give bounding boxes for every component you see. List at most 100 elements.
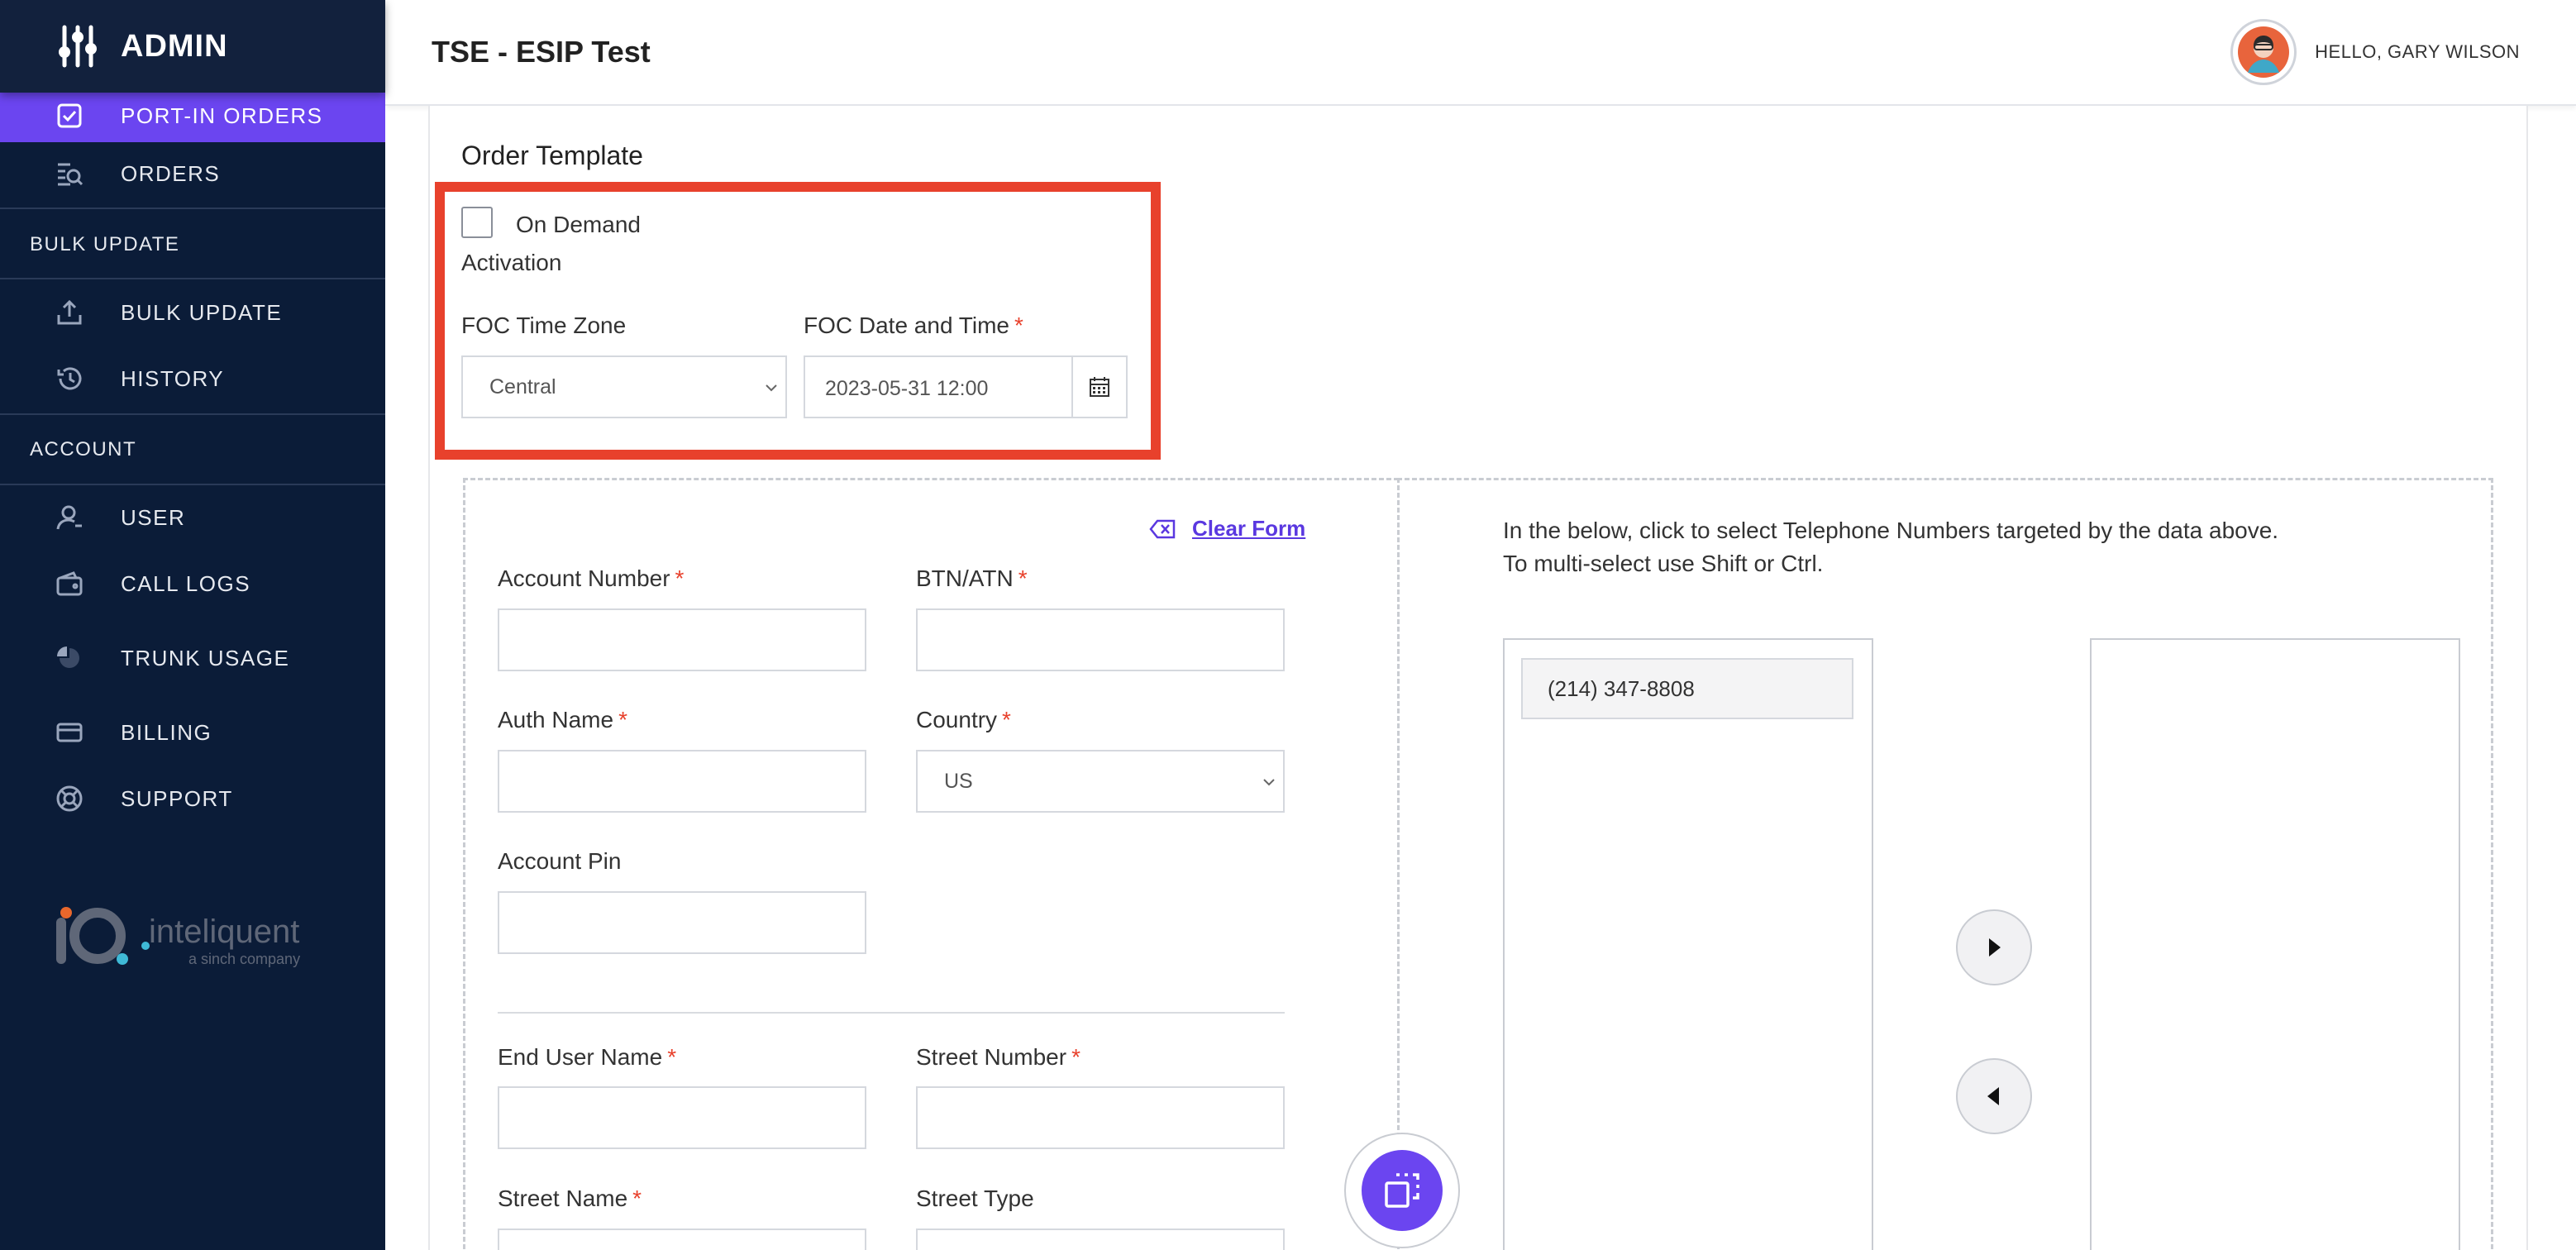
- country-select[interactable]: US: [916, 750, 1285, 813]
- page-title: TSE - ESIP Test: [432, 35, 651, 69]
- sidebar-item-label: USER: [121, 504, 186, 530]
- required-mark: *: [618, 707, 627, 732]
- street-name-input[interactable]: [498, 1229, 866, 1250]
- sliders-icon: [59, 25, 97, 68]
- user-menu[interactable]: HELLO, GARY WILSON: [2230, 19, 2520, 85]
- end-user-name-input[interactable]: [498, 1086, 866, 1149]
- street-number-label: Street Number *: [916, 1044, 1080, 1071]
- sidebar-item-label: BULK UPDATE: [121, 299, 283, 325]
- country-value: US: [944, 770, 973, 793]
- move-left-button[interactable]: [1956, 1058, 2032, 1134]
- sidebar-item-call-logs[interactable]: CALL LOGS: [0, 551, 385, 617]
- btn-atn-label: BTN/ATN *: [916, 565, 1028, 592]
- sidebar-item-label: TRUNK USAGE: [121, 645, 290, 670]
- tn-instructions-line2: To multi-select use Shift or Ctrl.: [1503, 551, 1824, 576]
- available-numbers-list[interactable]: (214) 347-8808: [1503, 638, 1873, 1250]
- sidebar-item-support[interactable]: SUPPORT: [0, 766, 385, 832]
- foc-time-zone-label: FOC Time Zone: [461, 312, 627, 338]
- on-demand-label-continued: Activation: [461, 250, 562, 275]
- sidebar-item-orders[interactable]: ORDERS: [0, 141, 385, 207]
- sidebar-item-label: ORDERS: [121, 160, 221, 186]
- list-item[interactable]: (214) 347-8808: [1521, 658, 1853, 719]
- copy-select-icon: [1385, 1173, 1419, 1208]
- sidebar-item-label: PORT-IN ORDERS: [121, 103, 323, 128]
- required-mark: *: [1014, 312, 1023, 338]
- section-label-bulk-update: BULK UPDATE: [30, 233, 180, 255]
- sidebar-item-label: SUPPORT: [121, 785, 233, 811]
- floating-action-button[interactable]: [1344, 1133, 1460, 1248]
- on-demand-label: On Demand: [516, 212, 641, 237]
- required-mark: *: [1071, 1044, 1080, 1070]
- caret-right-icon: [1989, 938, 2001, 957]
- auth-name-label-text: Auth Name: [498, 707, 614, 732]
- fab-inner[interactable]: [1362, 1150, 1443, 1231]
- btn-atn-label-text: BTN/ATN: [916, 565, 1014, 591]
- required-mark: *: [667, 1044, 677, 1070]
- end-user-name-label-text: End User Name: [498, 1044, 663, 1070]
- brand-header[interactable]: ADMIN: [0, 0, 385, 93]
- foc-date-time-field[interactable]: 2023-05-31 12:00: [804, 355, 1128, 418]
- chevron-down-icon: [1263, 779, 1275, 786]
- section-label-account: ACCOUNT: [30, 438, 137, 460]
- country-label-text: Country: [916, 707, 998, 732]
- user-greeting: HELLO, GARY WILSON: [2315, 41, 2520, 62]
- user-icon: [55, 503, 84, 532]
- pie-chart-icon: [55, 643, 84, 673]
- account-pin-input[interactable]: [498, 891, 866, 954]
- foc-time-zone-select[interactable]: Central: [461, 355, 787, 418]
- account-pin-label: Account Pin: [498, 848, 622, 874]
- required-mark: *: [675, 565, 685, 591]
- sidebar-item-bulk-update[interactable]: BULK UPDATE: [0, 279, 385, 346]
- street-name-label-text: Street Name: [498, 1186, 628, 1211]
- wallet-icon: [55, 569, 84, 599]
- sidebar-item-history[interactable]: HISTORY: [0, 346, 385, 412]
- required-mark: *: [1018, 565, 1028, 591]
- foc-date-label: FOC Date and Time *: [804, 312, 1023, 339]
- sidebar: ADMIN PORT-IN ORDERS ORDERS BULK UPDATE …: [0, 0, 385, 1250]
- account-number-input[interactable]: [498, 608, 866, 671]
- divider: [0, 208, 385, 209]
- sidebar-item-label: BILLING: [121, 719, 212, 745]
- sidebar-item-user[interactable]: USER: [0, 484, 385, 551]
- end-user-name-label: End User Name *: [498, 1044, 676, 1071]
- inteliquent-logo: inteliquent a sinch company: [56, 907, 300, 967]
- tn-instructions-line1: In the below, click to select Telephone …: [1503, 518, 2279, 543]
- selected-numbers-list[interactable]: [2090, 638, 2460, 1250]
- sidebar-item-label: CALL LOGS: [121, 570, 251, 596]
- tn-instructions: In the below, click to select Telephone …: [1503, 514, 2278, 580]
- avatar[interactable]: [2230, 19, 2297, 85]
- auth-name-label: Auth Name *: [498, 707, 627, 733]
- history-icon: [55, 364, 84, 394]
- street-number-input[interactable]: [916, 1086, 1285, 1149]
- account-number-label: Account Number *: [498, 565, 684, 592]
- calendar-icon: [1090, 377, 1109, 397]
- credit-card-icon: [55, 718, 84, 747]
- sidebar-item-billing[interactable]: BILLING: [0, 699, 385, 766]
- upload-icon: [55, 298, 84, 327]
- auth-name-input[interactable]: [498, 750, 866, 813]
- logo-tagline: a sinch company: [188, 951, 300, 967]
- btn-atn-input[interactable]: [916, 608, 1285, 671]
- street-number-label-text: Street Number: [916, 1044, 1067, 1070]
- country-label: Country *: [916, 707, 1011, 733]
- chevron-down-icon: [766, 384, 777, 392]
- clear-form-label: Clear Form: [1192, 516, 1306, 541]
- foc-time-zone-value: Central: [489, 375, 556, 398]
- account-number-label-text: Account Number: [498, 565, 670, 591]
- lifebuoy-icon: [55, 784, 84, 813]
- street-type-label: Street Type: [916, 1186, 1034, 1211]
- user-avatar-icon: [2238, 26, 2290, 78]
- logo-wordmark: inteliquent: [149, 914, 299, 950]
- calendar-button[interactable]: [1071, 357, 1126, 417]
- required-mark: *: [1002, 707, 1011, 732]
- on-demand-activation-checkbox[interactable]: [461, 207, 493, 238]
- top-header: TSE - ESIP Test HELLO, GARY WILSON: [385, 0, 2576, 106]
- divider: [0, 413, 385, 415]
- brand-title: ADMIN: [121, 28, 228, 64]
- street-type-input[interactable]: [916, 1229, 1285, 1250]
- sidebar-item-trunk-usage[interactable]: TRUNK USAGE: [0, 625, 385, 691]
- checkbox-icon: [55, 101, 84, 131]
- move-right-button[interactable]: [1956, 909, 2032, 985]
- clear-form-button[interactable]: Clear Form: [1149, 516, 1305, 542]
- section-divider: [498, 1012, 1285, 1014]
